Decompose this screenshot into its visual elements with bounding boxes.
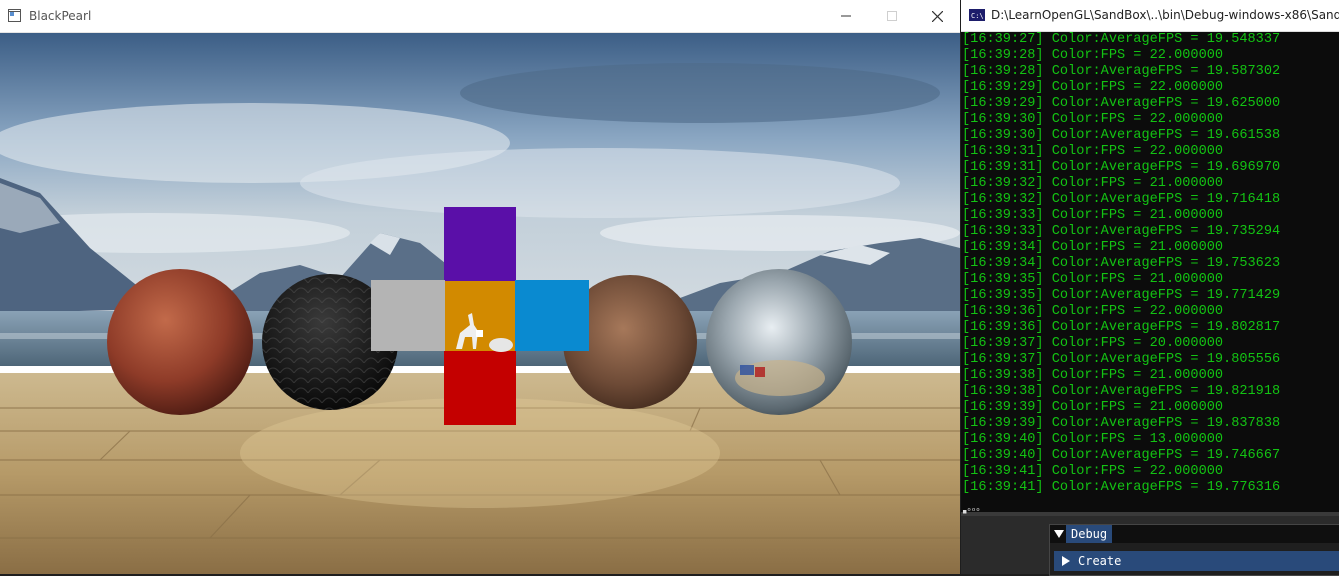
svg-text:C:\: C:\ (971, 12, 984, 20)
bunny-figure (489, 338, 513, 352)
console-window: C:\ D:\LearnOpenGL\SandBox\..\bin\Debug-… (961, 0, 1339, 512)
debug-window-titlebar[interactable]: Debug (1050, 525, 1339, 543)
imgui-strip (961, 512, 1339, 516)
create-label: Create (1078, 554, 1122, 568)
console-log-line: [16:39:35] Color:AverageFPS = 19.771429 (962, 288, 1281, 303)
console-log-line: [16:39:33] Color:FPS = 21.000000 (962, 208, 1224, 223)
console-log-line: [16:39:34] Color:AverageFPS = 19.753623 (962, 256, 1281, 271)
gl-window: BlackPearl (0, 0, 960, 574)
console-log-line: [16:39:30] Color:FPS = 22.000000 (962, 112, 1224, 127)
cube-right-blue (515, 280, 589, 351)
close-button[interactable] (914, 0, 960, 32)
window-title: BlackPearl (29, 9, 92, 23)
debug-window-title: Debug (1066, 525, 1113, 543)
console-log-line: [16:39:28] Color:AverageFPS = 19.587302 (962, 64, 1281, 79)
cube-left-gray (371, 280, 445, 351)
console-log-line: [16:39:38] Color:FPS = 21.000000 (962, 368, 1224, 383)
console-title: D:\LearnOpenGL\SandBox\..\bin\Debug-wind… (991, 8, 1339, 22)
console-log-line: [16:39:29] Color:FPS = 22.000000 (962, 80, 1224, 95)
console-output[interactable]: [16:39:27] Color:AverageFPS = 19.548337[… (962, 32, 1339, 508)
console-log-line: [16:39:36] Color:FPS = 22.000000 (962, 304, 1224, 319)
minimize-icon (841, 15, 851, 17)
light-cube (476, 330, 483, 337)
console-log-line: [16:39:37] Color:FPS = 20.000000 (962, 336, 1224, 351)
maximize-button[interactable] (869, 0, 915, 32)
sphere-rusty (107, 269, 253, 415)
console-log-line: [16:39:33] Color:AverageFPS = 19.735294 (962, 224, 1281, 239)
console-log-line: [16:39:39] Color:AverageFPS = 19.837838 (962, 416, 1281, 431)
console-log-line: [16:39:37] Color:AverageFPS = 19.805556 (962, 352, 1281, 367)
debug-window: Debug Create (1049, 524, 1339, 576)
console-log-line: [16:39:38] Color:AverageFPS = 19.821918 (962, 384, 1281, 399)
console-log-line: [16:39:29] Color:AverageFPS = 19.625000 (962, 96, 1281, 111)
console-log-line: [16:39:27] Color:AverageFPS = 19.548337 (962, 32, 1281, 47)
console-log-line: [16:39:41] Color:FPS = 22.000000 (962, 464, 1224, 479)
create-tree-node[interactable]: Create (1054, 551, 1339, 571)
console-log-line: [16:39:36] Color:AverageFPS = 19.802817 (962, 320, 1281, 335)
console-log-line: [16:39:30] Color:AverageFPS = 19.661538 (962, 128, 1281, 143)
console-log-line: [16:39:41] Color:AverageFPS = 19.776316 (962, 480, 1281, 495)
render-viewport[interactable] (0, 33, 960, 574)
console-log-line: [16:39:31] Color:FPS = 22.000000 (962, 144, 1224, 159)
scene-render (0, 33, 960, 574)
console-log-line: [16:39:34] Color:FPS = 21.000000 (962, 240, 1224, 255)
gl-titlebar[interactable]: BlackPearl (0, 0, 960, 33)
imgui-area: ▪ᵒᵒᵒ Debug Create (961, 507, 1339, 576)
expand-arrow-icon (1062, 556, 1070, 566)
console-log-line: [16:39:32] Color:AverageFPS = 19.716418 (962, 192, 1281, 207)
console-log-line: [16:39:35] Color:FPS = 21.000000 (962, 272, 1224, 287)
console-log-line: [16:39:40] Color:AverageFPS = 19.746667 (962, 448, 1281, 463)
console-icon: C:\ (969, 9, 985, 21)
cube-top-purple (444, 207, 516, 281)
console-titlebar[interactable]: C:\ D:\LearnOpenGL\SandBox\..\bin\Debug-… (961, 0, 1339, 32)
close-icon (931, 10, 943, 22)
cube-bottom-red (444, 351, 516, 425)
app-window-icon (8, 9, 21, 22)
imgui-resize-grip[interactable]: ▪ᵒᵒᵒ (962, 507, 981, 517)
console-log-line: [16:39:40] Color:FPS = 13.000000 (962, 432, 1224, 447)
console-log-line: [16:39:28] Color:FPS = 22.000000 (962, 48, 1224, 63)
console-log-line: [16:39:31] Color:AverageFPS = 19.696970 (962, 160, 1281, 175)
minimize-button[interactable] (823, 0, 869, 32)
maximize-icon (887, 11, 897, 21)
collapse-arrow-icon[interactable] (1053, 528, 1065, 540)
console-log-line: [16:39:39] Color:FPS = 21.000000 (962, 400, 1224, 415)
console-log-line: [16:39:32] Color:FPS = 21.000000 (962, 176, 1224, 191)
